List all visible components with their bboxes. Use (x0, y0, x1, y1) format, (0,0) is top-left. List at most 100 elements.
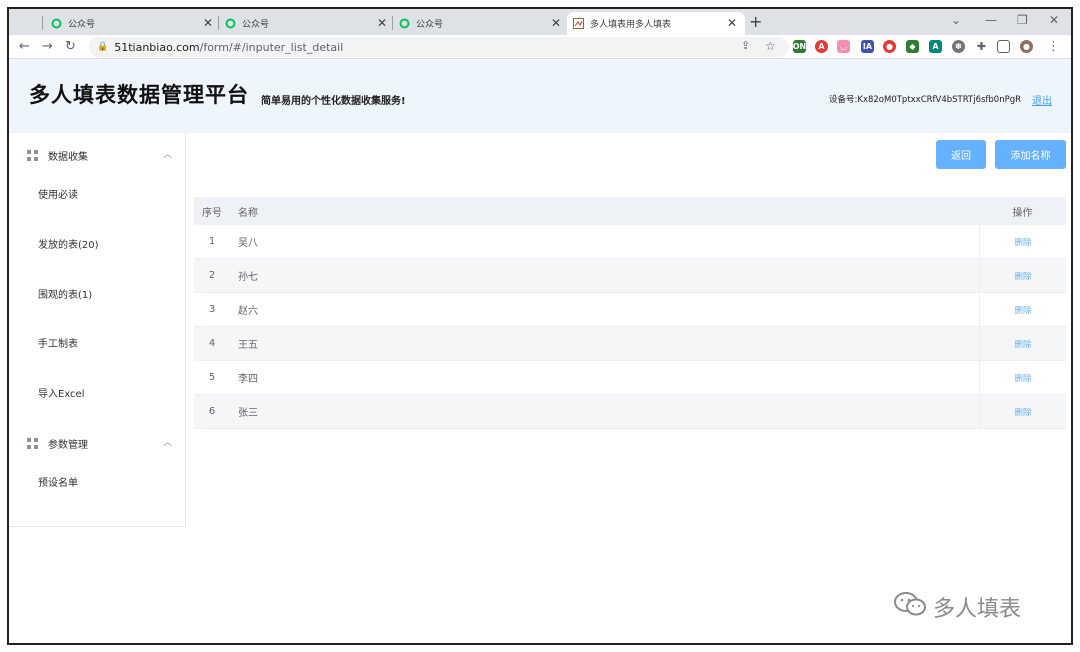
watermark: 多人填表 (893, 591, 1021, 623)
tab-title: 多人填表用多人填表 (590, 20, 672, 30)
site-favicon-icon (573, 18, 584, 29)
close-icon[interactable]: ✕ (377, 16, 387, 30)
more-menu-icon[interactable]: ⋮ (1047, 39, 1060, 54)
browser-tab-active[interactable]: 多人填表用多人填表 ✕ (567, 12, 745, 35)
page-title: 多人填表数据管理平台 (29, 83, 249, 107)
bookmark-star-icon[interactable]: ☆ (765, 39, 776, 53)
header-name: 名称 (238, 207, 258, 219)
table-row: 2 孙七 删除 (194, 259, 1066, 293)
extension-ia-icon[interactable]: IA (861, 40, 874, 53)
wechat-official-icon (51, 18, 62, 29)
row-index: 6 (208, 406, 216, 417)
delete-link[interactable]: 删除 (979, 293, 1066, 326)
extension-on-icon[interactable]: ON (793, 40, 806, 53)
back-button[interactable]: 返回 (936, 140, 986, 169)
sidebar-item-issued-forms[interactable]: 发放的表(20) (38, 236, 99, 251)
row-name: 李四 (238, 374, 258, 385)
close-icon[interactable]: ✕ (727, 16, 737, 30)
app-slogan: 简单易用的个性化数据收集服务! (261, 96, 406, 107)
table-row: 6 张三 删除 (194, 395, 1066, 429)
chevron-up-icon[interactable]: ︿ (163, 435, 172, 448)
close-icon[interactable]: ✕ (203, 16, 213, 30)
table-row: 3 赵六 删除 (194, 293, 1066, 327)
sidebar-item-manual-form[interactable]: 手工制表 (38, 335, 78, 350)
sidebar-item-watched-forms[interactable]: 围观的表(1) (38, 286, 92, 301)
address-bar[interactable]: 🔒 51tianbiao.com/form/#/inputer_list_det… (89, 37, 789, 57)
tab-strip: 公众号 ✕ 公众号 ✕ 公众号 ✕ 多人填表用多人填表 ✕ + ⌄ — ❐ ✕ (9, 9, 1071, 35)
table-header: 序号 名称 操作 (194, 197, 1066, 225)
extension-gear-icon[interactable]: ✽ (952, 40, 965, 53)
delete-link[interactable]: 删除 (979, 327, 1066, 360)
row-index: 3 (208, 304, 216, 315)
wechat-official-icon (225, 18, 236, 29)
row-index: 1 (208, 236, 216, 247)
watermark-text: 多人填表 (933, 597, 1022, 622)
sidebar-item-preset-list[interactable]: 预设名单 (38, 474, 78, 489)
side-panel-icon[interactable] (997, 40, 1010, 53)
tab-title: 公众号 (242, 20, 270, 30)
table-row: 5 李四 删除 (194, 361, 1066, 395)
close-icon[interactable]: ✕ (551, 16, 561, 30)
menu-group-params[interactable]: 参数管理 ︿ (9, 423, 186, 463)
delete-link[interactable]: 删除 (979, 259, 1066, 292)
row-name: 王五 (238, 340, 258, 351)
browser-tab-3[interactable]: 公众号 ✕ (399, 12, 569, 35)
chevron-down-icon[interactable]: ⌄ (951, 13, 961, 27)
menu-group-label: 数据收集 (48, 151, 88, 163)
header-op: 操作 (1012, 207, 1033, 219)
extension-leaf-icon[interactable]: ◆ (906, 40, 919, 53)
forward-arrow-icon[interactable]: → (42, 39, 53, 54)
sidebar-item-guide[interactable]: 使用必读 (38, 186, 78, 201)
delete-link[interactable]: 删除 (979, 225, 1066, 258)
menu-group-label: 参数管理 (48, 439, 88, 451)
url-host: 51tianbiao.com (114, 40, 200, 54)
row-name: 吴八 (238, 238, 258, 249)
lock-icon: 🔒 (97, 42, 109, 52)
tab-separator (218, 16, 219, 30)
tab-title: 公众号 (68, 20, 96, 30)
logout-link[interactable]: 退出 (1032, 92, 1052, 107)
names-table: 序号 名称 操作 1 吴八 删除 2 孙七 删除 3 赵六 删除 4 王五 删除… (194, 197, 1066, 429)
avatar[interactable]: ● (1020, 40, 1033, 53)
grid-icon (27, 437, 38, 449)
app-header: 多人填表数据管理平台 简单易用的个性化数据收集服务! 设备号:Kx82oM0Tp… (9, 59, 1071, 133)
extension-cat-icon[interactable]: ◡ (837, 40, 850, 53)
window-close-icon[interactable]: ✕ (1049, 13, 1059, 27)
minimize-icon[interactable]: — (985, 13, 997, 27)
row-index: 5 (208, 372, 216, 383)
table-row: 4 王五 删除 (194, 327, 1066, 361)
row-name: 孙七 (238, 272, 258, 283)
reload-icon[interactable]: ↻ (65, 39, 76, 54)
add-name-button[interactable]: 添加名称 (995, 140, 1066, 169)
adblock-icon[interactable]: A (815, 40, 828, 53)
sidebar: 数据收集 ︿ 使用必读 发放的表(20) 围观的表(1) 手工制表 导入Exce… (9, 133, 186, 527)
delete-link[interactable]: 删除 (979, 361, 1066, 394)
tab-separator (42, 16, 43, 30)
main-content: 返回 添加名称 序号 名称 操作 1 吴八 删除 2 孙七 删除 3 赵六 删除 (187, 133, 1071, 643)
browser-window: 公众号 ✕ 公众号 ✕ 公众号 ✕ 多人填表用多人填表 ✕ + ⌄ — ❐ ✕ … (7, 7, 1073, 645)
tab-separator (392, 16, 393, 30)
chevron-up-icon[interactable]: ︿ (163, 147, 172, 160)
menu-group-data-collection[interactable]: 数据收集 ︿ (9, 135, 186, 175)
wechat-official-icon (399, 18, 410, 29)
url-path: /form/#/inputer_list_detail (199, 40, 344, 54)
wechat-icon (893, 591, 927, 623)
browser-tab-2[interactable]: 公众号 ✕ (225, 12, 395, 35)
table-row: 1 吴八 删除 (194, 225, 1066, 259)
extension-red-icon[interactable]: ● (883, 40, 896, 53)
new-tab-icon[interactable]: + (749, 12, 762, 31)
browser-tab-1[interactable]: 公众号 ✕ (51, 12, 221, 35)
sidebar-item-import-excel[interactable]: 导入Excel (38, 385, 85, 400)
delete-link[interactable]: 删除 (979, 395, 1066, 428)
row-index: 2 (208, 270, 216, 281)
back-arrow-icon[interactable]: ← (19, 39, 30, 54)
restore-icon[interactable]: ❐ (1017, 13, 1028, 27)
header-index: 序号 (202, 207, 222, 219)
share-icon[interactable]: ⇪ (741, 39, 750, 52)
row-name: 张三 (238, 408, 258, 419)
grid-icon (27, 149, 38, 161)
extension-a-icon[interactable]: A (929, 40, 942, 53)
puzzle-icon[interactable]: ✚ (975, 40, 988, 53)
device-id: 设备号:Kx82oM0TptxxCRfV4bSTRTj6sfb0nPgR (829, 95, 1022, 105)
tab-title: 公众号 (416, 20, 444, 30)
